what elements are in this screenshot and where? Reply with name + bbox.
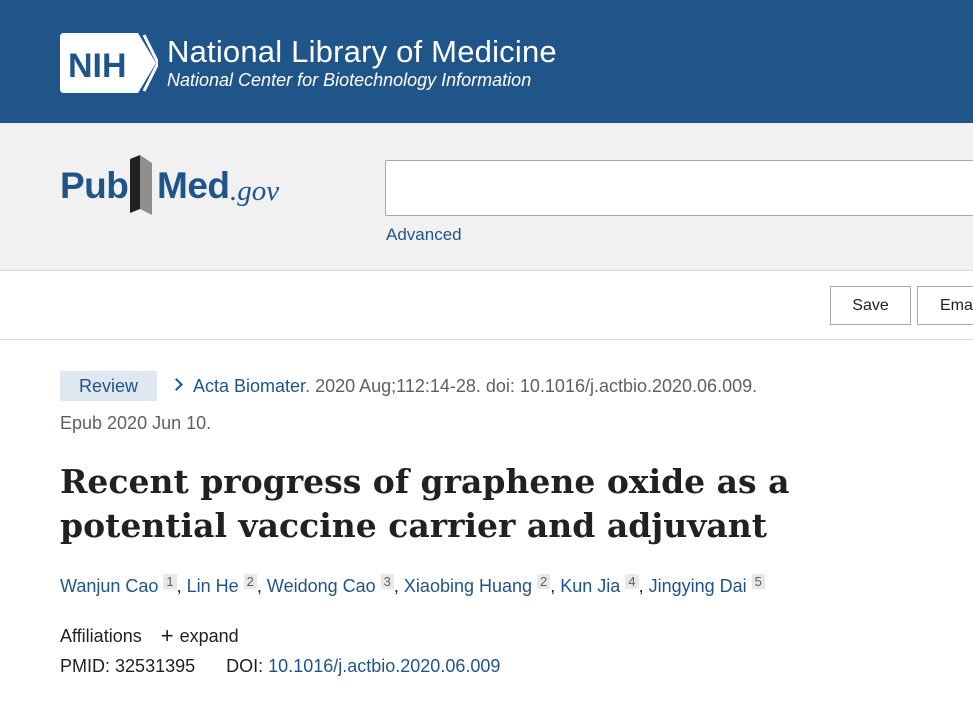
doi-link[interactable]: 10.1016/j.actbio.2020.06.009: [268, 656, 500, 676]
nih-subtitle: National Center for Biotechnology Inform…: [167, 70, 532, 90]
journal-link[interactable]: Acta Biomater: [193, 376, 305, 396]
author-link[interactable]: Jingying Dai: [649, 576, 747, 596]
doi-label: DOI:: [226, 656, 264, 676]
nih-title[interactable]: National Library of Medicine: [167, 34, 557, 70]
email-button[interactable]: Email: [917, 286, 973, 325]
affiliation-marker[interactable]: 1: [163, 574, 177, 589]
author-separator: ,: [550, 576, 561, 596]
author-link[interactable]: Weidong Cao: [267, 576, 376, 596]
affiliation-marker[interactable]: 3: [380, 574, 394, 589]
affiliation-marker[interactable]: 2: [243, 574, 257, 589]
search-input[interactable]: [385, 160, 973, 216]
author-link[interactable]: Lin He: [187, 576, 239, 596]
author-link[interactable]: Xiaobing Huang: [404, 576, 532, 596]
identifiers-row: PMID: 32531395 DOI: 10.1016/j.actbio.202…: [60, 656, 500, 677]
article-title: Recent progress of graphene oxide as a p…: [60, 462, 790, 545]
affiliations-row: Affiliations + expand: [60, 622, 239, 648]
epub-date: Epub 2020 Jun 10.: [60, 413, 212, 433]
citation-line: Acta Biomater. 2020 Aug;112:14-28. doi: …: [170, 376, 758, 397]
author-separator: ,: [256, 576, 267, 596]
expand-label: expand: [179, 626, 239, 646]
affiliation-marker[interactable]: 5: [751, 574, 765, 589]
expand-affiliations-button[interactable]: + expand: [160, 623, 239, 648]
pmid-value: 32531395: [115, 656, 196, 676]
pubmed-logo-pub: Pub: [60, 165, 129, 206]
pubmed-logo-med: Med: [157, 165, 230, 206]
affiliations-label: Affiliations: [60, 626, 142, 646]
nih-logo-icon[interactable]: NIH: [60, 33, 158, 93]
chevron-right-icon[interactable]: [170, 378, 183, 391]
nih-banner: NIH National Library of Medicine Nationa…: [0, 0, 973, 123]
pmid-label: PMID:: [60, 656, 111, 676]
save-button[interactable]: Save: [830, 286, 911, 325]
pubmed-logo[interactable]: Pub Med .gov: [60, 153, 300, 221]
review-badge: Review: [60, 371, 157, 401]
plus-icon: +: [160, 623, 174, 648]
author-separator: ,: [638, 576, 649, 596]
affiliation-marker[interactable]: 4: [625, 574, 639, 589]
citation-details: . 2020 Aug;112:14-28. doi: 10.1016/j.act…: [305, 376, 758, 396]
author-link[interactable]: Wanjun Cao: [60, 576, 158, 596]
author-separator: ,: [176, 576, 187, 596]
author-separator: ,: [393, 576, 404, 596]
affiliation-marker[interactable]: 2: [537, 574, 551, 589]
nih-logo-text: NIH: [68, 47, 127, 85]
pubmed-logo-gov: .gov: [230, 175, 280, 207]
authors-list: Wanjun Cao 1, Lin He 2, Weidong Cao 3, Xiao…: [60, 574, 765, 597]
advanced-search-link[interactable]: Advanced: [386, 225, 462, 245]
pubmed-bookmark-icon: [130, 155, 152, 215]
action-bar: [0, 271, 973, 340]
author-link[interactable]: Kun Jia: [560, 576, 620, 596]
